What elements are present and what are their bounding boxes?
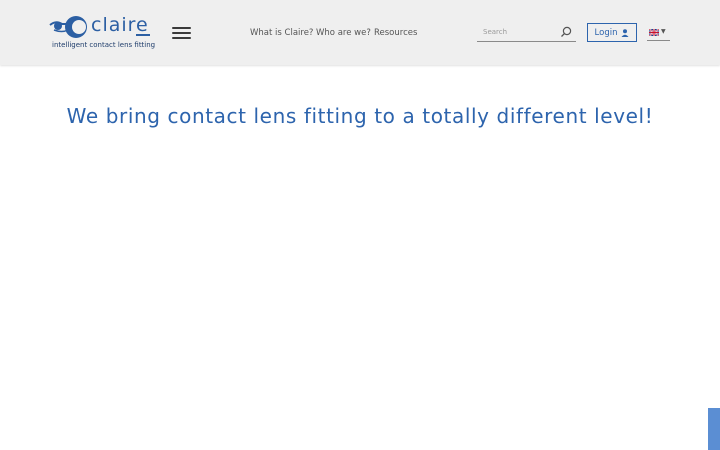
search-icon[interactable] <box>560 26 572 38</box>
logo-tagline: intelligent contact lens fitting <box>52 41 156 49</box>
side-feedback-tab[interactable] <box>708 408 720 450</box>
hamburger-bar <box>172 27 191 29</box>
nav-link-what-is-claire[interactable]: What is Claire? <box>250 28 313 38</box>
logo-eye-icon <box>49 16 87 38</box>
nav-link-who-are-we[interactable]: Who are we? <box>316 28 371 38</box>
page: claire intelligent contact lens fitting … <box>0 0 720 450</box>
login-button[interactable]: Login <box>587 23 637 42</box>
user-icon <box>621 28 629 37</box>
hamburger-menu-button[interactable] <box>172 27 191 39</box>
hamburger-bar <box>172 37 191 39</box>
logo-wordmark: claire <box>91 14 149 36</box>
login-label: Login <box>594 27 618 38</box>
search-box <box>477 24 576 42</box>
search-input[interactable] <box>483 26 557 38</box>
logo[interactable]: claire intelligent contact lens fitting <box>48 14 156 52</box>
nav-link-resources[interactable]: Resources <box>374 28 417 38</box>
hamburger-bar <box>172 32 191 34</box>
site-header: claire intelligent contact lens fitting … <box>0 0 720 65</box>
language-selector[interactable]: ▼ <box>647 27 670 41</box>
uk-flag-icon <box>649 29 659 36</box>
logo-underline <box>136 34 150 36</box>
hero-title: We bring contact lens fitting to a total… <box>66 104 654 128</box>
chevron-down-icon: ▼ <box>661 28 666 35</box>
